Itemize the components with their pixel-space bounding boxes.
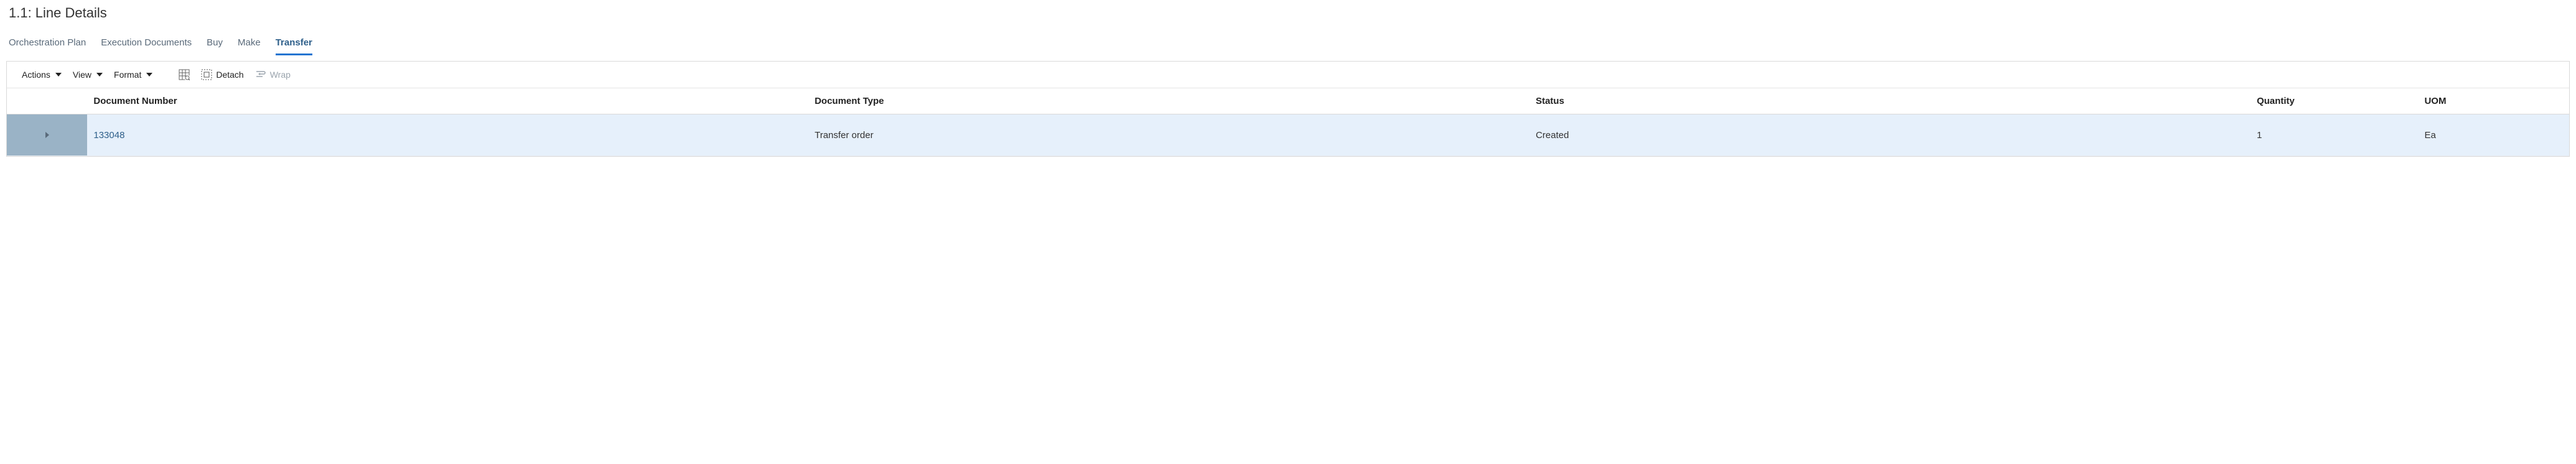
actions-menu-label: Actions [22, 70, 50, 80]
tab-transfer[interactable]: Transfer [276, 32, 312, 54]
cell-document-number: 133048 [87, 114, 808, 156]
cell-document-type: Transfer order [808, 114, 1529, 156]
col-uom[interactable]: UOM [2418, 88, 2569, 114]
detach-label: Detach [216, 70, 243, 80]
cell-status: Created [1529, 114, 2251, 156]
wrap-label: Wrap [270, 70, 291, 80]
query-by-example-button[interactable] [179, 69, 190, 80]
actions-menu-button[interactable]: Actions [22, 70, 62, 80]
page-title: 1.1: Line Details [0, 0, 2576, 32]
view-menu-button[interactable]: View [73, 70, 103, 80]
format-menu-button[interactable]: Format [114, 70, 152, 80]
caret-down-icon [96, 73, 103, 77]
transfer-table: Document Number Document Type Status Qua… [7, 88, 2569, 156]
tab-buy[interactable]: Buy [207, 32, 223, 54]
wrap-icon [255, 69, 266, 80]
triangle-right-icon [44, 131, 50, 139]
col-expand [7, 88, 87, 114]
col-quantity[interactable]: Quantity [2251, 88, 2419, 114]
col-status[interactable]: Status [1529, 88, 2251, 114]
query-by-example-icon [179, 69, 190, 80]
transfer-panel: Actions View Format Detach [6, 61, 2570, 157]
caret-down-icon [146, 73, 152, 77]
col-document-number[interactable]: Document Number [87, 88, 808, 114]
col-document-type[interactable]: Document Type [808, 88, 1529, 114]
toolbar: Actions View Format Detach [7, 62, 2569, 88]
cell-uom: Ea [2418, 114, 2569, 156]
tab-bar: Orchestration Plan Execution Documents B… [0, 32, 2576, 55]
view-menu-label: View [73, 70, 91, 80]
tab-orchestration-plan[interactable]: Orchestration Plan [9, 32, 86, 54]
table-header-row: Document Number Document Type Status Qua… [7, 88, 2569, 114]
tab-make[interactable]: Make [238, 32, 261, 54]
expand-cell [7, 114, 87, 156]
cell-quantity: 1 [2251, 114, 2419, 156]
expand-row-button[interactable] [13, 122, 81, 148]
document-number-value: 133048 [93, 130, 124, 141]
detach-button[interactable]: Detach [201, 69, 243, 80]
format-menu-label: Format [114, 70, 141, 80]
wrap-button[interactable]: Wrap [255, 69, 291, 80]
detach-icon [201, 69, 212, 80]
table-scroll[interactable]: Document Number Document Type Status Qua… [7, 88, 2569, 156]
tab-execution-documents[interactable]: Execution Documents [101, 32, 192, 54]
table-row[interactable]: 133048 Transfer order Created 1 Ea [7, 114, 2569, 156]
caret-down-icon [55, 73, 62, 77]
